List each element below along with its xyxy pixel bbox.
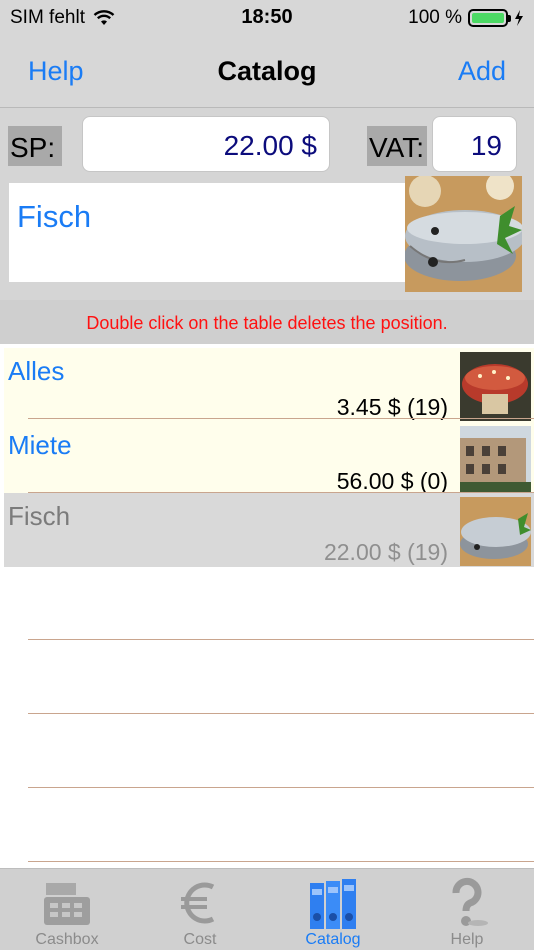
item-name: Fisch — [8, 501, 71, 531]
list-item[interactable]: Alles 3.45 $ (19) — [4, 348, 534, 422]
status-bar: SIM fehlt 18:50 100 % — [0, 0, 534, 36]
tab-cashbox[interactable]: Cashbox — [0, 869, 134, 950]
catalog-list: Alles 3.45 $ (19) Miete 56.00 $ (0) Fisc… — [0, 344, 534, 868]
cash-register-icon — [44, 883, 90, 925]
add-button[interactable]: Add — [458, 56, 506, 87]
vat-label: VAT: — [367, 126, 427, 166]
fish-image — [460, 497, 531, 566]
list-item[interactable]: Miete 56.00 $ (0) — [4, 422, 534, 496]
sp-field[interactable]: 22.00 $ — [82, 116, 330, 172]
question-icon — [452, 878, 488, 926]
row-separator — [28, 418, 534, 419]
sp-label: SP: — [8, 126, 62, 166]
list-item[interactable]: Fisch 22.00 $ (19) — [4, 493, 534, 567]
euro-icon — [181, 882, 215, 924]
building-image — [460, 426, 531, 495]
row-separator — [28, 639, 534, 640]
binders-icon — [310, 879, 356, 929]
tab-cost[interactable]: Cost — [133, 869, 267, 950]
battery-icon — [468, 9, 511, 27]
row-separator — [28, 713, 534, 714]
item-price: 56.00 $ (0) — [336, 468, 448, 494]
item-form: SP: 22.00 $ VAT: 19 Fisch — [0, 108, 534, 300]
name-field[interactable]: Fisch — [9, 183, 405, 282]
tab-bar: Cashbox Cost Catalog Help — [0, 868, 534, 950]
fish-image[interactable] — [405, 176, 522, 292]
hint-text: Double click on the table deletes the po… — [0, 300, 534, 344]
cake-image — [460, 352, 531, 421]
battery-level — [472, 13, 504, 23]
navigation-bar: Help Catalog Add — [0, 36, 534, 108]
page-title: Catalog — [217, 56, 317, 86]
tab-label: Cost — [183, 931, 217, 948]
row-separator — [28, 787, 534, 788]
item-name: Miete — [8, 430, 72, 460]
charging-icon — [515, 10, 523, 26]
battery-percent: 100 % — [408, 7, 462, 28]
row-separator — [28, 861, 534, 862]
tab-label: Cashbox — [35, 931, 99, 948]
item-price: 3.45 $ (19) — [336, 394, 448, 420]
name-text: Fisch — [17, 199, 92, 234]
tab-help[interactable]: Help — [400, 869, 534, 950]
tab-label: Catalog — [305, 931, 361, 948]
tab-catalog[interactable]: Catalog — [266, 869, 400, 950]
vat-field[interactable]: 19 — [432, 116, 517, 172]
item-name: Alles — [8, 356, 65, 386]
tab-label: Help — [450, 931, 484, 948]
item-price: 22.00 $ (19) — [323, 539, 448, 565]
